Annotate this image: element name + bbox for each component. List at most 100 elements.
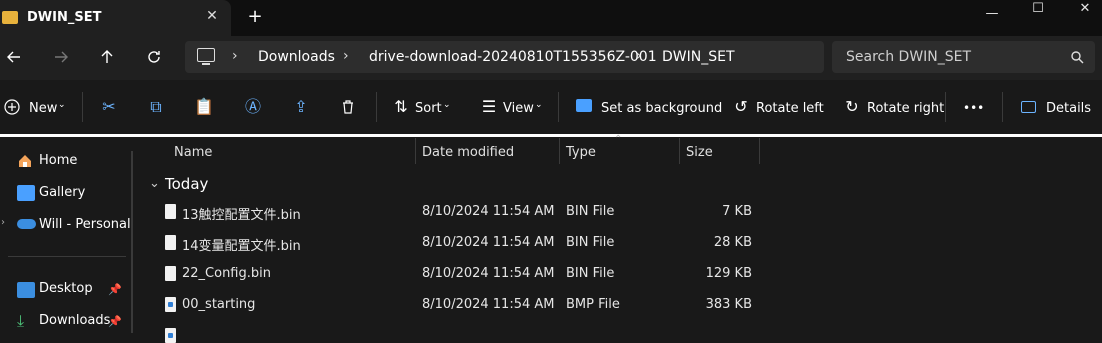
cut-icon[interactable]: ✂ [98, 97, 120, 117]
new-button[interactable]: New [29, 101, 57, 116]
set-background-icon [576, 99, 592, 112]
share-icon[interactable]: ⇪ [290, 97, 312, 117]
toolbar-divider [1002, 92, 1003, 122]
image-file-icon [165, 297, 176, 312]
file-type: BIN File [566, 235, 615, 250]
file-name[interactable]: 22_Config.bin [182, 266, 271, 281]
rotate-left-icon: ↺ [734, 97, 748, 116]
new-plus-icon [4, 99, 20, 119]
file-date: 8/10/2024 11:54 AM [422, 266, 555, 281]
expand-chevron-icon[interactable]: › [1, 217, 5, 228]
up-arrow-icon [101, 50, 113, 63]
tab-close-icon[interactable]: ✕ [204, 8, 220, 24]
refresh-button[interactable] [140, 44, 168, 70]
file-name[interactable]: 14变量配置文件.bin [182, 235, 301, 254]
toolbar-divider [376, 92, 377, 122]
sidebar-scrollbar[interactable] [131, 151, 133, 333]
toolbar-divider [945, 92, 946, 122]
column-divider[interactable] [559, 138, 560, 164]
onedrive-cloud-icon [17, 219, 36, 229]
details-icon [1021, 101, 1036, 113]
new-tab-button[interactable]: + [245, 7, 265, 27]
file-name[interactable]: 00_starting [182, 297, 255, 312]
sidebar-item-desktop[interactable]: Desktop [39, 281, 93, 296]
file-icon [165, 266, 176, 281]
divider-line [0, 134, 1102, 137]
delete-icon[interactable] [340, 99, 356, 119]
toolbar-divider [82, 92, 83, 122]
rotate-right-icon: ↻ [845, 97, 859, 116]
sort-icon: ⇅ [394, 97, 408, 116]
monitor-stand [202, 63, 210, 65]
file-name[interactable]: 13触控配置文件.bin [182, 204, 301, 223]
group-collapse-icon[interactable]: ⌄ [149, 176, 160, 191]
file-icon [165, 204, 176, 219]
chevron-down-icon: ⌄ [535, 100, 543, 110]
breadcrumb-downloads[interactable]: Downloads [258, 49, 335, 65]
file-size: 7 KB [722, 204, 752, 219]
set-as-background-button[interactable]: Set as background [601, 101, 722, 116]
column-header-name[interactable]: Name [174, 145, 212, 160]
toolbar-divider [558, 92, 559, 122]
pin-icon[interactable]: 📌 [108, 283, 122, 296]
file-type: BIN File [566, 204, 615, 219]
file-type: BIN File [566, 266, 615, 281]
gallery-icon [17, 185, 35, 201]
pin-icon[interactable]: 📌 [108, 315, 122, 328]
tab-title: DWIN_SET [27, 10, 102, 25]
file-type: BMP File [566, 297, 620, 312]
home-icon [17, 153, 33, 173]
rename-icon[interactable]: Ⓐ [242, 97, 264, 117]
column-header-date-modified[interactable]: Date modified [422, 145, 514, 160]
breadcrumb-separator[interactable]: › [343, 48, 349, 64]
group-header-today[interactable]: Today [165, 175, 208, 193]
downloads-icon: ⤓ [17, 311, 25, 330]
sidebar-item-will-personal[interactable]: Will - Personal [39, 217, 131, 232]
sidebar-item-gallery[interactable]: Gallery [39, 185, 85, 200]
refresh-icon [148, 51, 160, 63]
image-file-icon [165, 328, 176, 343]
forward-button[interactable] [47, 44, 75, 70]
chevron-down-icon: ⌄ [58, 100, 66, 110]
details-button[interactable]: Details [1046, 101, 1091, 116]
file-size: 28 KB [713, 235, 752, 250]
file-date: 8/10/2024 11:54 AM [422, 297, 555, 312]
up-button[interactable] [93, 44, 121, 70]
breadcrumb-separator[interactable]: › [232, 48, 238, 64]
chevron-down-icon: ⌄ [443, 100, 451, 110]
monitor-icon [197, 48, 215, 62]
back-button[interactable] [0, 44, 28, 70]
breadcrumb-dwin-set[interactable]: DWIN_SET [662, 49, 735, 65]
sidebar-item-home[interactable]: Home [39, 153, 77, 168]
file-size: 383 KB [705, 297, 752, 312]
column-header-type[interactable]: Type [566, 145, 596, 160]
sort-button[interactable]: Sort [415, 101, 442, 116]
rotate-right-button[interactable]: Rotate right [867, 101, 944, 116]
maximize-button[interactable]: ☐ [1015, 0, 1061, 18]
desktop-icon [17, 282, 35, 298]
sidebar-divider [8, 256, 126, 257]
breadcrumb-drive-download[interactable]: drive-download-20240810T155356Z-001 [369, 49, 657, 65]
view-icon: ☰ [481, 97, 497, 116]
paste-icon[interactable]: 📋 [193, 97, 215, 117]
folder-icon [2, 11, 18, 24]
sidebar-item-downloads[interactable]: Downloads [39, 313, 110, 328]
file-date: 8/10/2024 11:54 AM [422, 235, 555, 250]
column-divider[interactable] [415, 138, 416, 164]
copy-icon[interactable]: ⧉ [145, 97, 167, 117]
forward-arrow-icon [55, 51, 68, 63]
minimize-button[interactable]: — [969, 5, 1015, 23]
search-icon [1070, 50, 1084, 68]
back-arrow-icon [7, 51, 20, 63]
search-input[interactable]: Search DWIN_SET [846, 49, 971, 65]
more-options-button[interactable]: ••• [963, 101, 984, 115]
breadcrumb-separator[interactable]: › [636, 48, 642, 64]
file-size: 129 KB [705, 266, 752, 281]
sort-ascending-icon: ⌃ [614, 134, 623, 145]
rotate-left-button[interactable]: Rotate left [756, 101, 824, 116]
close-window-button[interactable]: ✕ [1062, 0, 1102, 18]
column-header-size[interactable]: Size [686, 145, 713, 160]
view-button[interactable]: View [503, 101, 534, 116]
column-divider[interactable] [679, 138, 680, 164]
column-divider[interactable] [759, 138, 760, 164]
